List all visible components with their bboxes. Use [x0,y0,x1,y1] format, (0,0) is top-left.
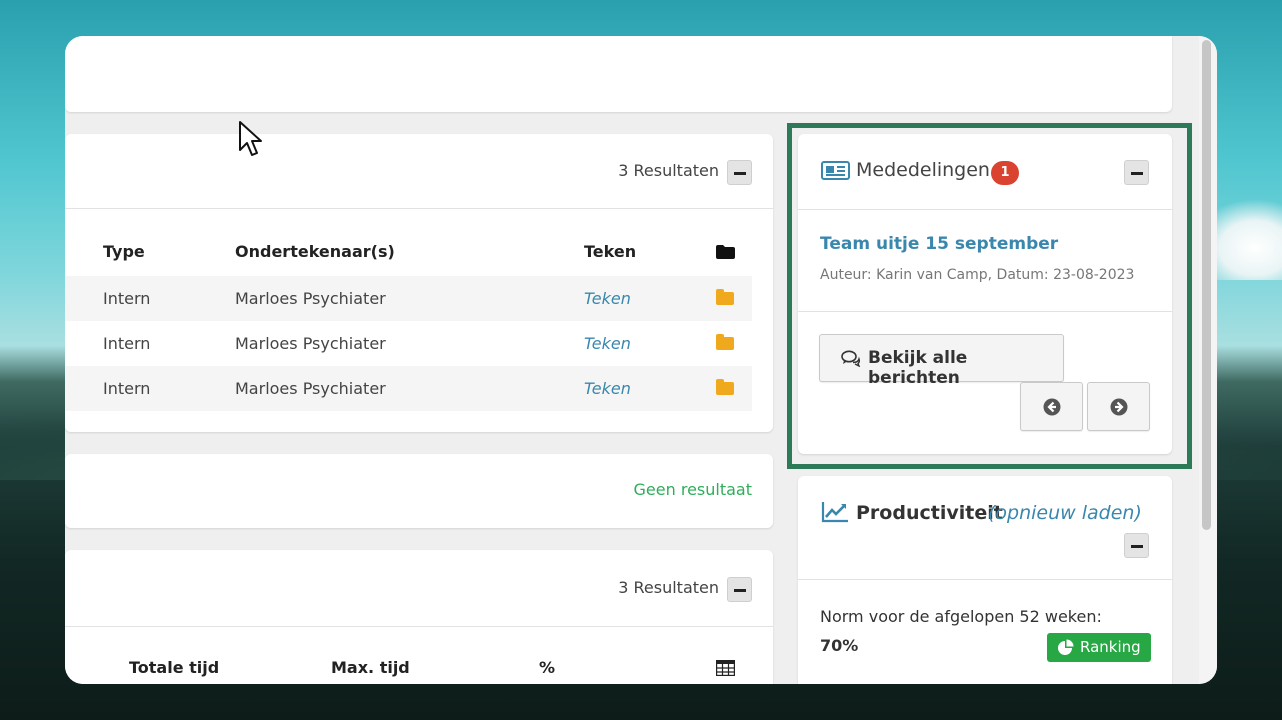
next-announcement-button[interactable] [1087,382,1150,431]
folder-icon[interactable] [716,379,734,395]
comments-icon [841,350,861,367]
folder-icon[interactable] [716,289,734,305]
announcement-item: Team uitje 15 september Auteur: Karin va… [798,210,1172,312]
announcements-panel: Mededelingen 1 Team uitje 15 september A… [798,134,1172,454]
documents-panel-header: 3 Resultaten [65,134,773,209]
table-row: Intern Marloes Psychiater Teken [65,321,752,366]
row-signer: Marloes Psychiater [235,334,386,353]
time-panel: 3 Resultaten Totale tijd Max. tijd % [65,550,773,684]
productivity-header: Productiviteit (opnieuw laden) [798,476,1172,580]
vertical-scrollbar[interactable] [1199,36,1217,684]
column-header-max-time: Max. tijd [331,658,410,677]
pie-chart-icon [1058,639,1074,655]
announcements-header: Mededelingen 1 [798,134,1172,210]
norm-value: 70% [820,636,859,655]
announcement-meta: Auteur: Karin van Camp, Datum: 23-08-202… [820,267,1135,283]
documents-collapse-button[interactable] [727,160,752,185]
scrollbar-thumb[interactable] [1202,40,1211,530]
column-header-sign: Teken [584,242,637,261]
ranking-label: Ranking [1080,638,1141,656]
productivity-reload-link[interactable]: (opnieuw laden) [988,502,1142,524]
mouse-cursor-icon [239,121,262,156]
arrow-right-circle-icon [1110,398,1128,416]
norm-label: Norm voor de afgelopen 52 weken: [820,607,1102,626]
time-panel-header: 3 Resultaten [65,550,773,627]
announcements-title: Mededelingen [856,159,990,181]
table-icon[interactable] [716,660,735,676]
row-type: Intern [103,289,151,308]
ranking-button[interactable]: Ranking [1047,633,1151,662]
documents-panel: 3 Resultaten Type Ondertekenaar(s) Teken… [65,134,773,432]
row-signer: Marloes Psychiater [235,379,386,398]
arrow-left-circle-icon [1043,398,1061,416]
row-type: Intern [103,334,151,353]
productivity-title: Productiviteit [856,502,1003,524]
column-header-total-time: Totale tijd [129,658,220,677]
sign-link[interactable]: Teken [584,289,631,308]
empty-results-panel: Geen resultaat [65,454,773,528]
folder-icon[interactable] [716,334,734,350]
column-header-type: Type [103,242,145,261]
line-chart-icon [821,502,848,523]
top-panel [65,36,1172,112]
view-all-messages-button[interactable]: Bekijk alle berichten [819,334,1064,388]
column-header-percent: % [539,658,556,677]
row-signer: Marloes Psychiater [235,289,386,308]
table-row: Intern Marloes Psychiater Teken [65,366,752,411]
newspaper-icon [821,161,850,180]
unread-badge: 1 [991,161,1019,185]
row-type: Intern [103,379,151,398]
sign-link[interactable]: Teken [584,379,631,398]
table-row: Intern Marloes Psychiater Teken [65,276,752,321]
no-results-text: Geen resultaat [633,480,752,499]
documents-result-count: 3 Resultaten [618,161,719,180]
folder-header-icon [716,245,735,259]
announcements-collapse-button[interactable] [1124,160,1149,185]
time-collapse-button[interactable] [727,577,752,602]
previous-announcement-button[interactable] [1020,382,1083,431]
productivity-panel: Productiviteit (opnieuw laden) Norm voor… [798,476,1172,684]
productivity-collapse-button[interactable] [1124,533,1149,558]
announcement-title-link[interactable]: Team uitje 15 september [820,234,1058,254]
time-result-count: 3 Resultaten [618,578,719,597]
column-header-signers: Ondertekenaar(s) [235,242,395,261]
sign-link[interactable]: Teken [584,334,631,353]
